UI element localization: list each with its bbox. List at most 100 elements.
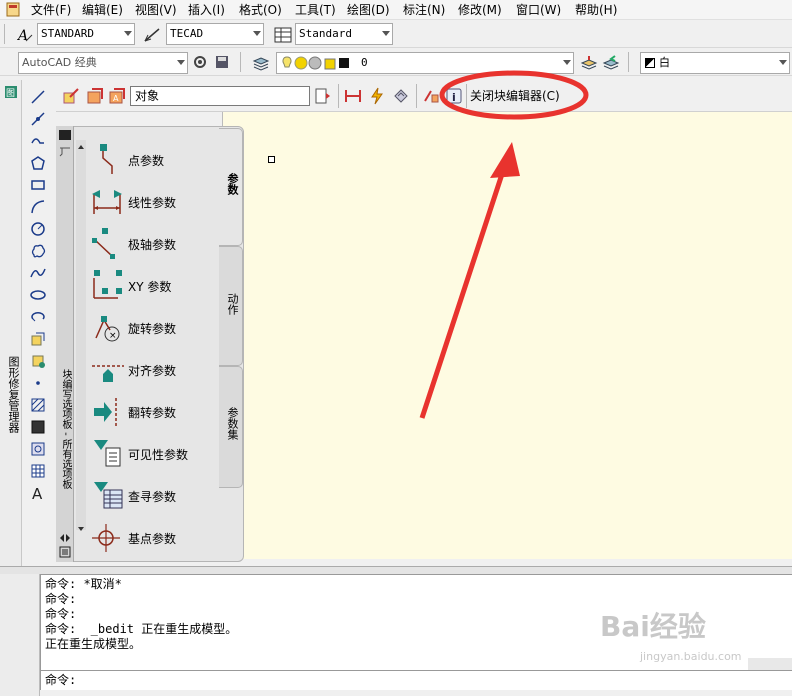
save-workspace-icon[interactable]	[212, 52, 232, 72]
menu-modify[interactable]: 修改(M)	[458, 2, 502, 18]
pal-item-point-parameter[interactable]: 点参数	[90, 142, 220, 180]
layer-properties-icon[interactable]	[250, 52, 272, 74]
command-input[interactable]: 命令:	[40, 670, 792, 690]
app-icon[interactable]	[6, 2, 20, 17]
edit-block-icon[interactable]	[60, 86, 82, 106]
menu-help[interactable]: 帮助(H)	[575, 2, 617, 18]
menu-tools[interactable]: 工具(T)	[295, 2, 336, 18]
drawing-recovery-label[interactable]: 图形修复管理器	[5, 356, 21, 433]
spline-icon[interactable]	[27, 263, 49, 283]
layer-select[interactable]: 0	[276, 52, 574, 74]
point-icon[interactable]	[27, 373, 49, 393]
workspace-settings-icon[interactable]	[190, 52, 210, 72]
color-select[interactable]: 白	[640, 52, 790, 74]
dim-style-select[interactable]: TECAD	[166, 23, 264, 45]
circle-icon[interactable]	[27, 219, 49, 239]
menu-window[interactable]: 窗口(W)	[516, 2, 561, 18]
make-current-layer-icon[interactable]	[578, 52, 600, 74]
flip-parameter-icon	[94, 398, 117, 426]
make-block-icon[interactable]	[27, 351, 49, 371]
baidu-watermark-url: jingyan.baidu.com	[640, 650, 742, 663]
palette-properties-icon[interactable]	[59, 532, 71, 542]
table-style-icon[interactable]	[272, 24, 294, 46]
color-value: 白	[659, 56, 670, 69]
color-swatch	[645, 58, 655, 68]
basepoint-grip[interactable]	[268, 156, 275, 163]
dim-style-value: TECAD	[170, 27, 204, 40]
xy-parameter-icon	[93, 270, 122, 299]
pal-item-lookup-parameter[interactable]: 查寻参数	[90, 478, 220, 516]
menu-file[interactable]: 文件(F)	[31, 2, 71, 18]
polyline-icon[interactable]	[27, 131, 49, 151]
pal-item-linear-parameter[interactable]: 线性参数	[90, 184, 220, 222]
attribute-definition-icon[interactable]	[420, 86, 442, 106]
command-dock-gutter	[0, 566, 40, 696]
point-parameter-icon	[100, 144, 113, 174]
hatch-icon[interactable]	[27, 395, 49, 415]
ellipse-arc-icon[interactable]	[27, 307, 49, 327]
menu-view[interactable]: 视图(V)	[135, 2, 177, 18]
action-tool-icon[interactable]	[366, 86, 388, 106]
palette-close-icon[interactable]	[59, 130, 71, 140]
rectangle-icon[interactable]	[27, 175, 49, 195]
palette-title: 块编写选项板 - 所有选项板	[60, 369, 71, 489]
parameter-set-icon[interactable]	[390, 86, 412, 106]
layer-previous-icon[interactable]	[600, 52, 622, 74]
save-block-icon[interactable]	[84, 86, 106, 106]
ellipse-icon[interactable]	[27, 285, 49, 305]
arc-icon[interactable]	[27, 197, 49, 217]
menu-draw[interactable]: 绘图(D)	[347, 2, 390, 18]
palette-scrollbar[interactable]	[76, 140, 86, 531]
tab-parameters[interactable]: 参数	[219, 128, 243, 246]
pal-item-basepoint-parameter[interactable]: 基点参数	[90, 520, 220, 558]
line-icon[interactable]	[27, 87, 49, 107]
pal-item-rotation-parameter[interactable]: × 旋转参数	[90, 310, 220, 348]
scroll-up-icon[interactable]	[77, 140, 85, 149]
info-icon[interactable]: i	[444, 86, 464, 106]
command-splitter[interactable]	[0, 566, 792, 574]
region-icon[interactable]	[27, 439, 49, 459]
cmd-history-line: 命令:	[45, 607, 77, 621]
revision-cloud-icon[interactable]	[27, 241, 49, 261]
menu-insert[interactable]: 插入(I)	[188, 2, 225, 18]
cmd-history-line: 命令:	[45, 592, 77, 606]
drawing-canvas[interactable]	[222, 112, 792, 559]
cmd-history-line: 正在重生成模型。	[45, 637, 142, 651]
construction-line-icon[interactable]	[27, 109, 49, 129]
menu-dimension[interactable]: 标注(N)	[403, 2, 445, 18]
dock-grip-icon[interactable]: 图	[3, 84, 19, 100]
table-icon[interactable]	[27, 461, 49, 481]
table-style-value: Standard	[299, 27, 352, 40]
pal-item-flip-parameter[interactable]: 翻转参数	[90, 394, 220, 432]
scroll-down-icon[interactable]	[77, 522, 85, 531]
gradient-icon[interactable]	[27, 417, 49, 437]
command-scrollbar[interactable]	[748, 658, 792, 670]
palette-menu-icon[interactable]	[59, 546, 71, 558]
workspace-select[interactable]: AutoCAD 经典	[18, 52, 188, 74]
pal-item-xy-parameter[interactable]: XY 参数	[90, 268, 220, 306]
dim-style-icon[interactable]	[142, 24, 164, 46]
tab-parameter-sets[interactable]: 参数集	[219, 366, 243, 488]
cmd-history-line: 命令: *取消*	[45, 577, 122, 591]
block-name-field[interactable]: 对象	[130, 86, 310, 106]
table-style-select[interactable]: Standard	[295, 23, 393, 45]
pal-item-visibility-parameter[interactable]: 可见性参数	[90, 436, 220, 474]
pal-item-polar-parameter[interactable]: 极轴参数	[90, 226, 220, 264]
authoring-palettes-icon[interactable]	[312, 86, 334, 106]
menu-edit[interactable]: 编辑(E)	[82, 2, 123, 18]
close-block-editor-button[interactable]: 关闭块编辑器(C)	[470, 88, 560, 104]
save-block-as-icon[interactable]: A	[106, 86, 128, 106]
multiline-text-icon[interactable]: A	[27, 483, 49, 503]
rotation-parameter-icon: ×	[95, 316, 120, 342]
svg-text:A: A	[32, 485, 43, 501]
pal-item-alignment-parameter[interactable]: 对齐参数	[90, 352, 220, 390]
parameter-tool-icon[interactable]	[342, 86, 364, 106]
text-style-icon[interactable]: A	[14, 24, 36, 46]
menu-format[interactable]: 格式(O)	[239, 2, 282, 18]
insert-block-icon[interactable]	[27, 329, 49, 349]
polar-parameter-icon	[92, 228, 115, 259]
tab-actions[interactable]: 动作	[219, 246, 243, 366]
palette-autohide-icon[interactable]	[58, 144, 72, 158]
polygon-icon[interactable]	[27, 153, 49, 173]
text-style-select[interactable]: STANDARD	[37, 23, 135, 45]
